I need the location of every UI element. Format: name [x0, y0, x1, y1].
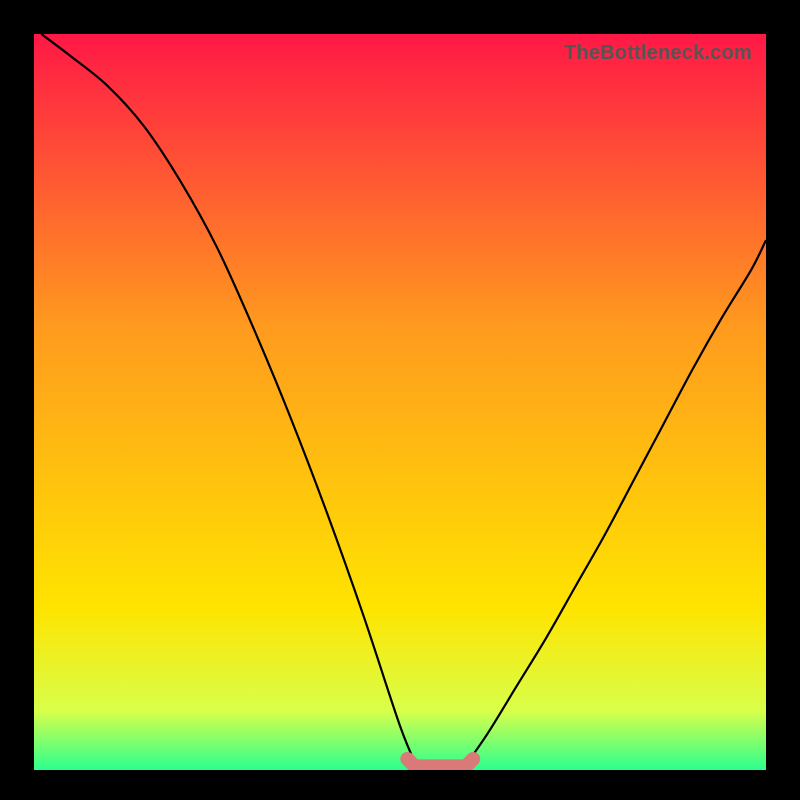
watermark-label: TheBottleneck.com: [564, 42, 752, 65]
floor-marker: [407, 759, 473, 766]
plot-svg: [34, 34, 766, 770]
gradient-background: [34, 34, 766, 770]
chart-root: TheBottleneck.com: [0, 0, 800, 800]
plot-area: TheBottleneck.com: [34, 34, 766, 770]
